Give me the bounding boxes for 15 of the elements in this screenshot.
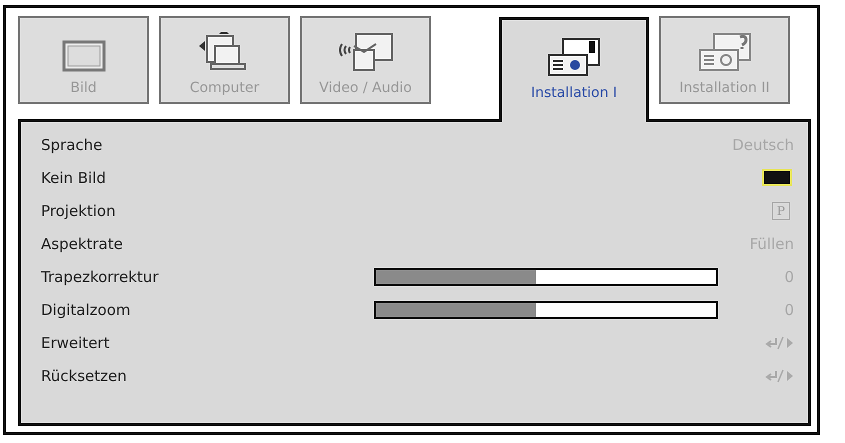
menu-tab[interactable]: Installation I	[499, 17, 649, 122]
menu-item-label[interactable]: Trapezkorrektur	[41, 268, 158, 286]
menu-item-label[interactable]: Rücksetzen	[41, 366, 127, 384]
menu-item-label[interactable]: Projektion	[41, 202, 116, 220]
slider-track[interactable]	[374, 268, 718, 286]
screen-icon	[62, 40, 106, 74]
menu-item-label[interactable]: Sprache	[41, 136, 102, 154]
menu-item-label[interactable]: Aspektrate	[41, 234, 123, 252]
slider-track[interactable]	[374, 300, 718, 318]
menu-item-label[interactable]: Erweitert	[41, 334, 110, 352]
projection-indicator: P	[772, 202, 790, 220]
no-image-swatch	[762, 169, 792, 186]
projector-icon	[545, 37, 603, 79]
menu-item-label[interactable]: Digitalzoom	[41, 300, 130, 318]
menu-item-label[interactable]: Kein Bild	[41, 168, 106, 186]
